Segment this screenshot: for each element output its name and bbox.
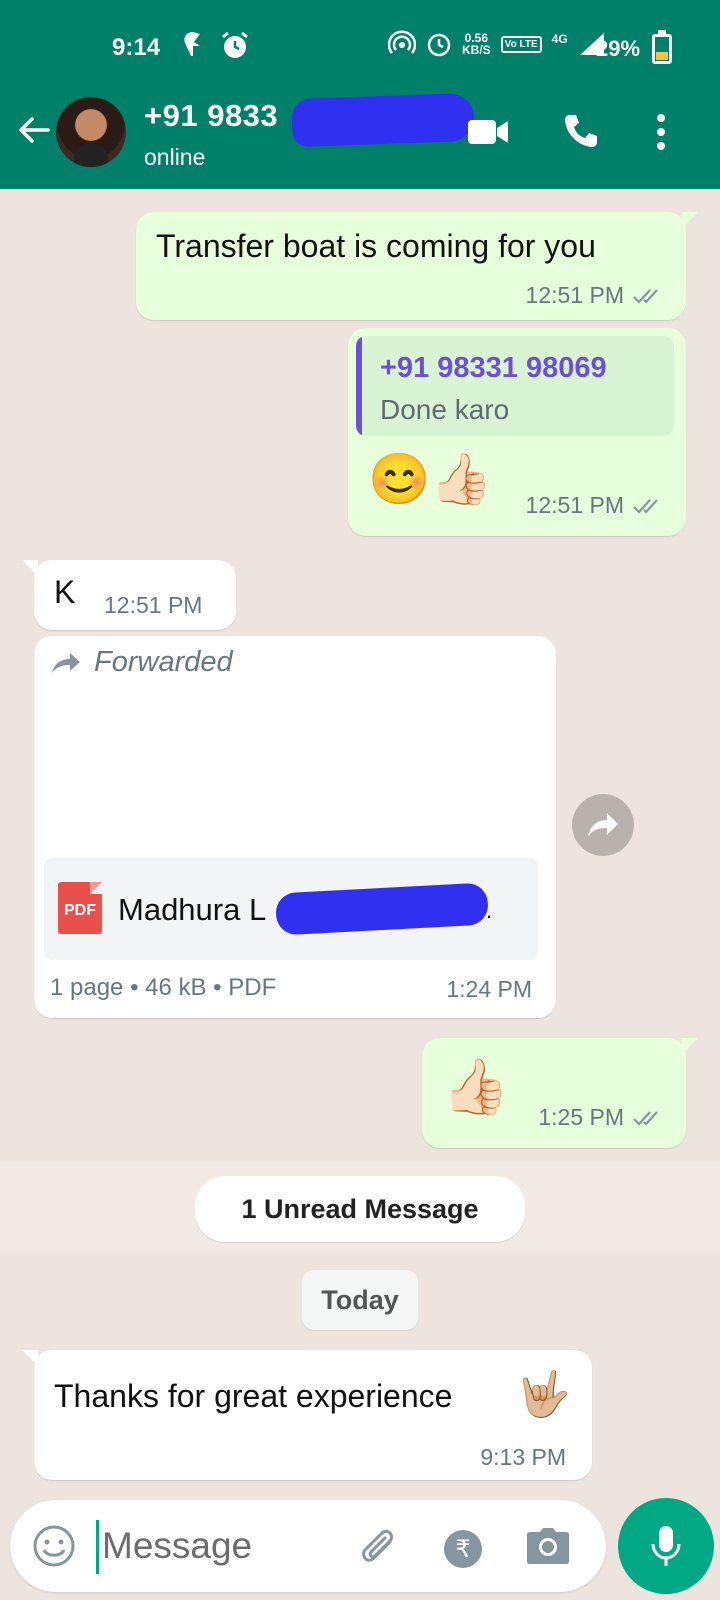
pdf-icon: PDF: [58, 882, 102, 934]
contact-status: online: [144, 144, 206, 170]
volte-badge: Vo LTE: [500, 35, 542, 53]
message-emoji: 👍🏻: [442, 1057, 510, 1117]
net-speed: 0.56 KB/S: [462, 31, 491, 57]
forwarded-arrow-icon: [52, 652, 80, 673]
message-meta: 12:51 PM: [104, 592, 202, 619]
message-meta: 1:25 PM: [538, 1104, 666, 1131]
forward-button[interactable]: [572, 794, 634, 856]
message-time: 12:51 PM: [525, 492, 624, 518]
more-options-icon[interactable]: [654, 112, 668, 152]
message-time: 1:25 PM: [538, 1104, 624, 1130]
svg-text:₹: ₹: [455, 1535, 470, 1563]
message-text: K: [54, 574, 76, 610]
status-time: 9:14: [112, 34, 161, 61]
date-chip: Today: [302, 1270, 418, 1330]
message-meta: 1:24 PM: [446, 976, 532, 1003]
network-type: 4G: [551, 32, 568, 46]
read-ticks-icon: [633, 498, 658, 514]
message-time: 9:13 PM: [480, 1444, 566, 1470]
payment-icon[interactable]: ₹: [442, 1528, 484, 1570]
read-ticks-icon: [633, 288, 658, 304]
emoji-icon[interactable]: [32, 1524, 76, 1568]
alarm-icon: [222, 31, 248, 58]
back-arrow-icon[interactable]: [14, 110, 54, 150]
message-time: 12:51 PM: [104, 592, 203, 618]
alarm-icon: [427, 33, 451, 57]
contact-avatar[interactable]: [56, 97, 126, 167]
message-text: Thanks for great experience: [54, 1378, 453, 1414]
message-composer: ₹: [10, 1500, 606, 1592]
share-arrow-icon: [588, 813, 618, 837]
notification-icon: [184, 32, 200, 56]
forwarded-label: Forwarded: [50, 646, 233, 679]
contact-name[interactable]: +91 9833: [144, 98, 278, 134]
message-time: 1:24 PM: [446, 976, 532, 1002]
voice-message-button[interactable]: [618, 1498, 714, 1594]
quoted-text: Done karo: [380, 394, 510, 425]
quoted-sender: +91 98331 98069: [380, 352, 607, 384]
unread-messages-badge: 1 Unread Message: [195, 1176, 525, 1242]
quoted-message[interactable]: +91 98331 98069 Done karo: [356, 336, 674, 436]
document-name-suffix: .: [486, 898, 493, 923]
microphone-icon: [651, 1526, 681, 1566]
document-card[interactable]: PDF Madhura L .: [44, 858, 538, 960]
chat-header: +91 9833 online: [0, 88, 720, 189]
status-bar: 9:14 0.56 KB/S Vo LTE 4G 29%: [0, 0, 720, 88]
message-emoji: 😊👍🏻: [368, 451, 493, 507]
redaction-mark: [275, 882, 489, 936]
battery-icon: [652, 30, 672, 64]
video-call-icon[interactable]: [466, 118, 510, 146]
message-incoming-document[interactable]: Forwarded PDF Madhura L . 1 page • 46 kB…: [34, 636, 556, 1018]
message-outgoing[interactable]: Transfer boat is coming for you 12:51 PM: [136, 212, 698, 320]
message-incoming[interactable]: Thanks for great experience 🤟🏼 9:13 PM: [22, 1350, 592, 1480]
message-emoji: 🤟🏼: [516, 1370, 571, 1419]
redaction-mark: [291, 92, 475, 148]
message-input[interactable]: [102, 1518, 342, 1574]
message-time: 12:51 PM: [525, 282, 624, 308]
read-ticks-icon: [633, 1110, 658, 1126]
document-info: 1 page • 46 kB • PDF: [50, 974, 277, 1001]
message-text: Transfer boat is coming for you: [156, 228, 596, 264]
text-cursor: [96, 1520, 99, 1574]
hotspot-icon: [388, 30, 416, 54]
camera-icon[interactable]: [526, 1526, 570, 1566]
message-meta: 12:51 PM: [526, 282, 666, 309]
battery-percent: 29%: [596, 36, 641, 61]
message-meta: 12:51 PM: [526, 492, 666, 519]
message-meta: 9:13 PM: [480, 1444, 566, 1471]
message-incoming[interactable]: K 12:51 PM: [22, 560, 236, 630]
document-name: Madhura L: [118, 892, 267, 927]
voice-call-icon[interactable]: [562, 112, 600, 150]
message-outgoing[interactable]: 👍🏻 1:25 PM: [422, 1038, 698, 1148]
attach-icon[interactable]: [360, 1528, 402, 1570]
message-outgoing-reply[interactable]: +91 98331 98069 Done karo 😊👍🏻 12:51 PM: [348, 328, 686, 536]
